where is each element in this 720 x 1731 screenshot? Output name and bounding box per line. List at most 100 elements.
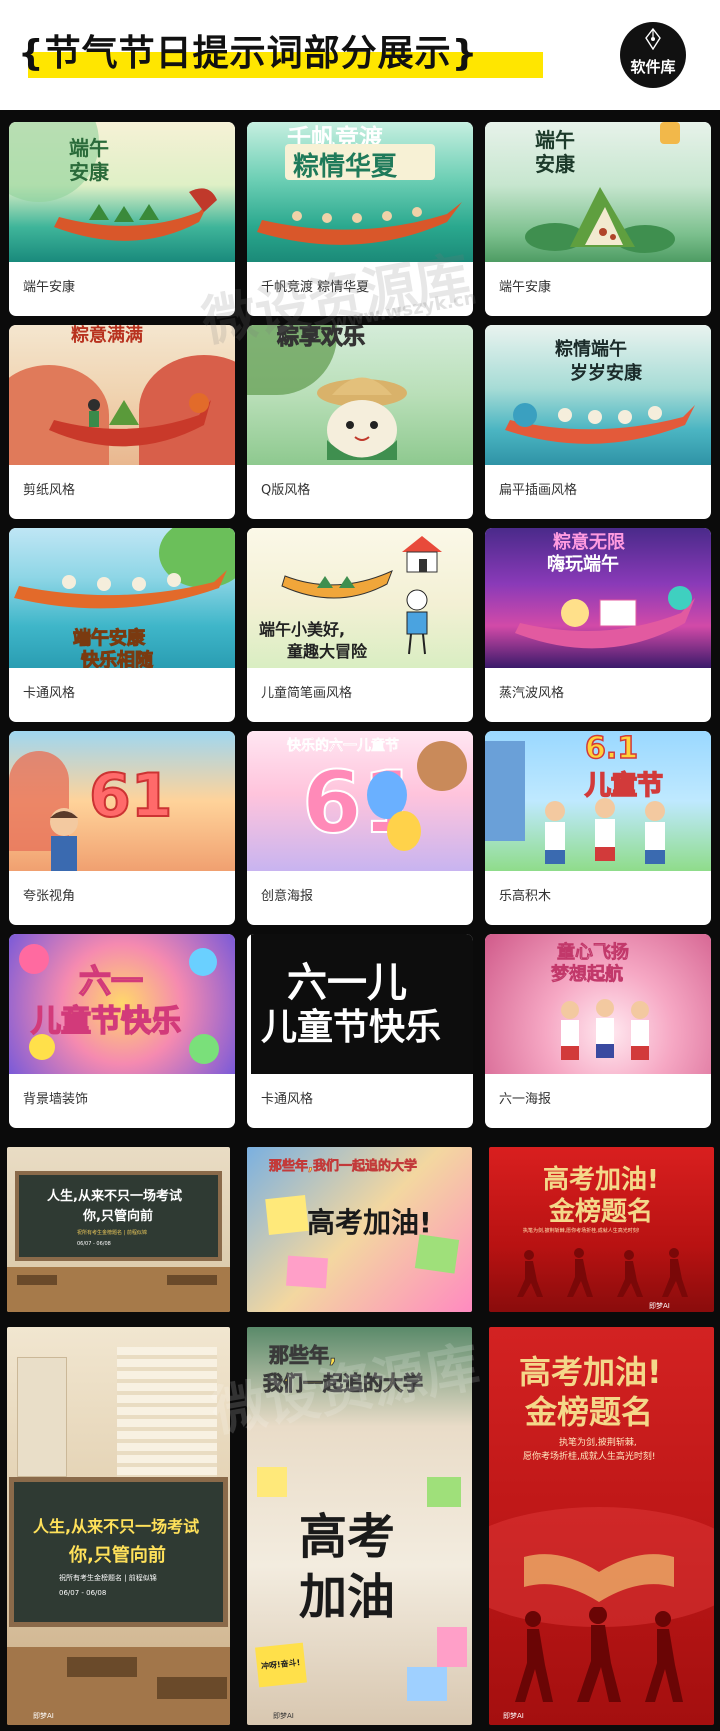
card-art-text: 6.1 <box>584 731 639 767</box>
card-art-text-2: 梦想起航 <box>551 964 624 986</box>
prompt-card[interactable]: 六一 儿童节快乐 背景墙装饰 <box>9 934 235 1128</box>
card-image: 端午安康 快乐相随 <box>9 528 235 668</box>
card-art-text-2: 童趣大冒险 <box>287 642 368 661</box>
site-logo[interactable]: 软件库 <box>620 22 686 88</box>
card-caption: 六一海报 <box>499 1092 552 1107</box>
card-image: 快乐的六一儿童节 61 <box>247 731 473 871</box>
card-art-text-2: 岁岁安康 <box>570 363 642 384</box>
poster-blackboard-large[interactable]: 人生,从来不只一场考试 你,只管向前 祝所有考生金榜题名 | 前程似锦 06/0… <box>7 1327 230 1725</box>
dragon-boat-icon <box>54 188 217 241</box>
card-art-text: 粽意满满 <box>71 325 143 346</box>
card-caption: 蒸汽波风格 <box>499 686 565 701</box>
prompt-card[interactable]: 61 夸张视角 <box>9 731 235 925</box>
poster-line4: 加油 <box>299 1569 396 1625</box>
zongzi-icon <box>525 187 675 253</box>
dragon-boat-icon <box>515 586 695 649</box>
card-art-text: 快乐的六一儿童节 <box>287 738 400 755</box>
prompt-card[interactable]: 粽意满满 剪纸风格 <box>9 325 235 519</box>
card-caption: Q版风格 <box>261 483 311 498</box>
child-figure-icon <box>406 589 428 655</box>
zongzi-mascot-icon <box>317 377 407 460</box>
card-art-text-2: 儿童节快乐 <box>261 1007 442 1048</box>
poster-line2: 金榜题名 <box>549 1197 654 1227</box>
card-caption: 卡通风格 <box>261 1092 314 1107</box>
title-wrap: {节气节日提示词部分展示} <box>18 30 543 80</box>
poster-line2: 你,只管向前 <box>83 1209 153 1224</box>
card-image: 六一 儿童节快乐 <box>9 934 235 1074</box>
dragon-boat-icon <box>505 403 695 444</box>
poster-line1: 人生,从来不只一场考试 <box>47 1189 182 1204</box>
card-caption: 端午安康 <box>23 280 76 295</box>
prompt-card[interactable]: 粽情端午 岁岁安康 扁平插画风格 <box>485 325 711 519</box>
card-art-text: 端午 安康 <box>535 128 575 176</box>
prompt-card[interactable]: 千帆竞渡 粽情华夏 千帆竞渡 粽情华夏 <box>247 122 473 316</box>
card-image: 千帆竞渡 粽情华夏 <box>247 122 473 262</box>
card-caption: 端午安康 <box>499 280 552 295</box>
poster-note: 祝所有考生金榜题名 | 前程似锦 <box>59 1574 157 1582</box>
card-caption: 背景墙装饰 <box>23 1092 89 1107</box>
prompt-card[interactable]: 粽意无限 嗨玩端午 蒸汽波风格 <box>485 528 711 722</box>
open-book-icon <box>524 1554 674 1602</box>
card-caption: 扁平插画风格 <box>499 483 578 498</box>
house-icon <box>402 536 442 573</box>
card-image: 61 <box>9 731 235 871</box>
card-caption: 千帆竞渡 粽情华夏 <box>261 280 370 295</box>
children-figures-icon <box>545 798 665 864</box>
poster-sub2: 愿你考场折桂,成就人生高光时刻! <box>523 1452 656 1462</box>
card-image: 端午小美好, 童趣大冒险 <box>247 528 473 668</box>
card-caption: 卡通风格 <box>23 686 76 701</box>
card-art-text: 粽情端午 <box>555 339 627 360</box>
poster-line2: 我们一起追的大学 <box>263 1371 424 1396</box>
children-figures-icon <box>561 999 649 1060</box>
poster-red-small[interactable]: 高考加油! 金榜题名 执笔为剑,披荆斩棘,愿你考场折桂,成就人生高光时刻! 即梦… <box>489 1147 714 1312</box>
card-image: 六一儿 儿童节快乐 <box>247 934 473 1074</box>
card-caption: 儿童简笔画风格 <box>261 686 353 701</box>
poster-line1: 那些年,我们一起追的大学 <box>269 1159 418 1175</box>
prompt-card[interactable]: 6.1 儿童节 乐高积木 <box>485 731 711 925</box>
dragon-boat-icon <box>49 393 211 447</box>
poster-brand: 即梦AI <box>273 1712 294 1720</box>
card-caption: 夸张视角 <box>23 889 76 904</box>
card-art-text: 61 <box>88 760 173 832</box>
prompt-card[interactable]: 六一儿 儿童节快乐 卡通风格 <box>247 934 473 1128</box>
poster-notes-large[interactable]: 那些年, 我们一起追的大学 高考 加油 冲呀!奋斗! 即梦AI <box>247 1327 472 1725</box>
prompt-card[interactable]: 端午小美好, 童趣大冒险 儿童简笔画风格 <box>247 528 473 722</box>
prompt-card[interactable]: 粽享欢乐 Q版风格 <box>247 325 473 519</box>
card-image: 端午 安康 <box>9 122 235 262</box>
card-art-text: 端午小美好, <box>259 620 346 639</box>
poster-sub: 执笔为剑,披荆斩棘,愿你考场折桂,成就人生高光时刻! <box>523 1228 640 1234</box>
prompt-card[interactable]: 端午 安康 端午安康 <box>9 122 235 316</box>
poster-brand: 即梦AI <box>33 1712 54 1720</box>
poster-blackboard-small[interactable]: 人生,从来不只一场考试 你,只管向前 祝所有考生金榜题名 | 前程似锦 06/0… <box>7 1147 230 1312</box>
poster-date: 06/07 - 06/08 <box>59 1589 107 1597</box>
card-caption: 乐高积木 <box>499 889 552 904</box>
card-image: 6.1 儿童节 <box>485 731 711 871</box>
child-figure-icon <box>50 808 78 871</box>
poster-brand: 即梦AI <box>503 1712 524 1720</box>
card-art-text-2: 粽情华夏 <box>293 152 398 182</box>
boat-icon <box>281 570 393 599</box>
card-art-text: 粽享欢乐 <box>276 325 366 351</box>
prompt-card[interactable]: 端午 安康 端午安康 <box>485 122 711 316</box>
card-image: 端午 安康 <box>485 122 711 262</box>
card-art-text-2: 嗨玩端午 <box>547 554 619 575</box>
poster-brand: 即梦AI <box>649 1302 670 1310</box>
pen-nib-icon <box>645 28 661 50</box>
prompt-card[interactable]: 端午安康 快乐相随 卡通风格 <box>9 528 235 722</box>
poster-notes-small[interactable]: 那些年,我们一起追的大学 高考加油! <box>247 1147 472 1312</box>
card-image: 粽情端午 岁岁安康 <box>485 325 711 465</box>
card-image: 粽意满满 <box>9 325 235 465</box>
prompt-card[interactable]: 快乐的六一儿童节 61 创意海报 <box>247 731 473 925</box>
page-header: {节气节日提示词部分展示} 软件库 <box>0 0 720 110</box>
prompt-card[interactable]: 童心飞扬 梦想起航 六一海报 <box>485 934 711 1128</box>
poster-sub1: 执笔为剑,披荆斩棘, <box>559 1438 637 1448</box>
poster-line1: 那些年, <box>269 1343 337 1368</box>
poster-date: 06/07 - 06/08 <box>77 1241 111 1247</box>
page-title: {节气节日提示词部分展示} <box>18 33 479 74</box>
poster-red-large[interactable]: 高考加油! 金榜题名 执笔为剑,披荆斩棘, 愿你考场折桂,成就人生高光时刻! 即… <box>489 1327 714 1725</box>
logo-name: 软件库 <box>630 58 676 76</box>
poster-note: 祝所有考生金榜题名 | 前程似锦 <box>77 1230 147 1236</box>
card-image: 粽享欢乐 <box>247 325 473 465</box>
card-caption: 创意海报 <box>261 889 314 904</box>
dragon-boat-icon <box>14 570 227 609</box>
